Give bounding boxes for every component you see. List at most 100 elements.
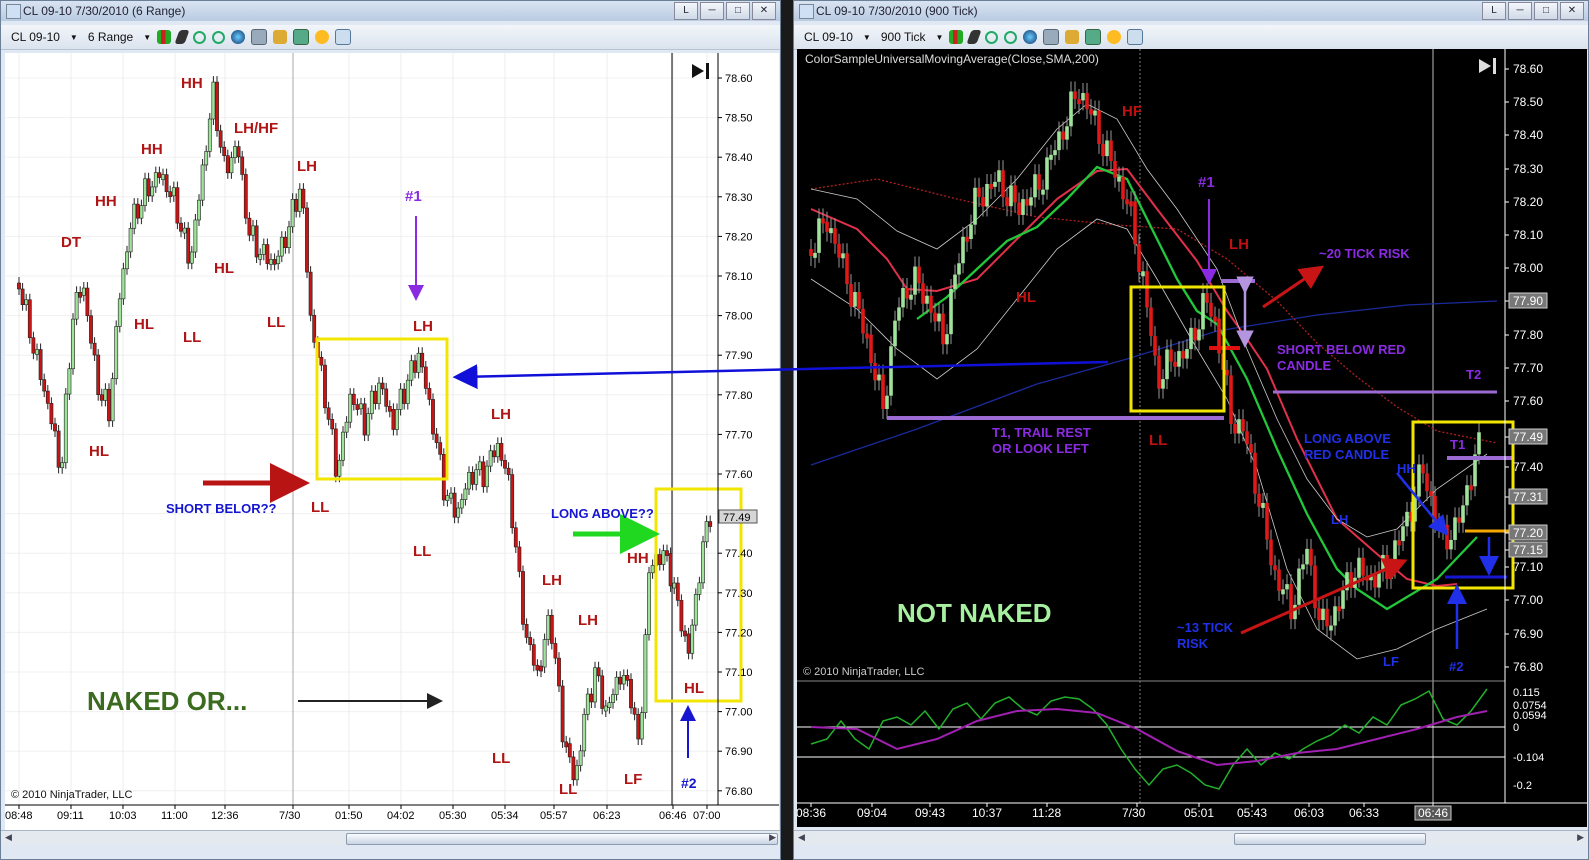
- link-button[interactable]: L: [1482, 2, 1506, 20]
- data-box-icon[interactable]: [335, 29, 352, 45]
- instrument-selector[interactable]: CL 09-10: [7, 27, 64, 47]
- scroll-left-icon[interactable]: ◀: [798, 832, 805, 843]
- drawing-tool-icon[interactable]: [966, 30, 983, 44]
- right-horizontal-scrollbar[interactable]: ◀ ▶: [794, 830, 1588, 845]
- scroll-right-icon[interactable]: ▶: [1577, 832, 1584, 843]
- candle-body: [973, 187, 977, 225]
- scroll-thumb[interactable]: [1234, 833, 1426, 845]
- candle-body: [679, 600, 684, 632]
- price-tick-label: 77.00: [725, 707, 753, 719]
- candle-body: [575, 765, 579, 781]
- candle-body: [20, 288, 25, 305]
- minimize-icon[interactable]: ─: [1508, 2, 1532, 20]
- chart-trader-icon[interactable]: [1085, 29, 1102, 45]
- candle-body: [1449, 539, 1453, 550]
- candle-body: [279, 236, 284, 257]
- candle-body: [470, 471, 475, 485]
- maximize-icon[interactable]: □: [726, 2, 750, 20]
- candle-body: [1041, 189, 1045, 195]
- indicator-label: ColorSampleUniversalMovingAverage(Close,…: [805, 52, 1099, 66]
- left-chart-window[interactable]: CL 09-10 7/30/2010 (6 Range) L ─ □ ✕ CL …: [0, 0, 781, 860]
- candle-body: [1277, 569, 1281, 591]
- candle-body: [247, 217, 252, 236]
- left-price-chart[interactable]: HH HH HH LH/HF LH DT HL HL HL LL LL LH L…: [5, 53, 779, 831]
- right-chart-window[interactable]: CL 09-10 7/30/2010 (900 Tick) L ─ □ ✕ CL…: [793, 0, 1589, 860]
- candle-body: [1101, 143, 1105, 157]
- candle-body: [96, 354, 101, 395]
- candle-body: [157, 172, 162, 178]
- properties-icon[interactable]: [1043, 29, 1060, 45]
- globe-icon[interactable]: [231, 30, 246, 44]
- candle-body: [849, 284, 853, 307]
- scroll-left-icon[interactable]: ◀: [5, 832, 12, 843]
- close-icon[interactable]: ✕: [752, 2, 776, 20]
- candle-body: [431, 399, 435, 435]
- scroll-thumb[interactable]: [346, 833, 778, 845]
- bar-type-icon[interactable]: [949, 30, 964, 44]
- left-horizontal-scrollbar[interactable]: ◀ ▶: [1, 830, 780, 845]
- price-tick-label: 77.30: [725, 588, 753, 600]
- zoom-in-icon[interactable]: [193, 30, 207, 44]
- left-title-bar[interactable]: CL 09-10 7/30/2010 (6 Range) L ─ □ ✕: [1, 1, 780, 21]
- candle-body: [1417, 464, 1421, 497]
- instrument-selector[interactable]: CL 09-10: [800, 27, 857, 47]
- time-tick-label: 05:34: [491, 810, 519, 822]
- scroll-right-icon[interactable]: ▶: [769, 832, 776, 843]
- candle-body: [294, 199, 299, 212]
- price-tick-label: 76.90: [725, 746, 753, 758]
- window-chart-icon: [799, 4, 814, 19]
- time-tick-label: 09:11: [57, 810, 84, 822]
- close-icon[interactable]: ✕: [1560, 2, 1584, 20]
- candle-body: [1141, 271, 1145, 277]
- dollar-icon[interactable]: [1107, 30, 1122, 44]
- time-tick-label: 04:02: [387, 810, 415, 822]
- candle-body: [229, 157, 234, 174]
- chart-trader-icon[interactable]: [293, 29, 310, 45]
- chevron-down-icon[interactable]: ▼: [70, 33, 78, 42]
- short-note-line2: CANDLE: [1277, 358, 1331, 373]
- candle-body: [1165, 349, 1169, 380]
- zoom-in-icon[interactable]: [985, 30, 999, 44]
- right-title-bar[interactable]: CL 09-10 7/30/2010 (900 Tick) L ─ □ ✕: [794, 1, 1588, 21]
- candle-body: [893, 320, 897, 347]
- drawing-tool-icon[interactable]: [174, 30, 190, 44]
- interval-selector[interactable]: 6 Range: [84, 27, 137, 47]
- globe-icon[interactable]: [1023, 30, 1038, 44]
- minimize-icon[interactable]: ─: [700, 2, 724, 20]
- right-price-chart[interactable]: ColorSampleUniversalMovingAverage(Close,…: [797, 49, 1587, 827]
- candle-body: [517, 546, 522, 572]
- data-box-icon[interactable]: [1127, 29, 1144, 45]
- indicator-tick-label: 0.0594: [1513, 710, 1547, 722]
- candle-body: [1029, 197, 1033, 206]
- candle-body: [557, 657, 561, 687]
- candle-body: [607, 702, 612, 708]
- candle-body: [355, 404, 360, 410]
- candle-body: [153, 172, 158, 188]
- time-tick-label: 06:46: [659, 810, 687, 822]
- zoom-out-icon[interactable]: [1004, 30, 1018, 44]
- candle-body: [492, 450, 497, 458]
- strategy-icon[interactable]: [1065, 30, 1080, 44]
- interval-selector[interactable]: 900 Tick: [877, 27, 930, 47]
- link-button[interactable]: L: [674, 2, 698, 20]
- candle-body: [636, 713, 641, 740]
- label-hh: HH: [181, 75, 203, 92]
- candle-body: [1017, 202, 1021, 215]
- strategy-icon[interactable]: [273, 30, 288, 44]
- candle-body: [215, 81, 219, 132]
- candle-body: [549, 615, 554, 644]
- maximize-icon[interactable]: □: [1534, 2, 1558, 20]
- candle-body: [618, 676, 623, 685]
- chevron-down-icon[interactable]: ▼: [863, 33, 871, 42]
- chevron-down-icon[interactable]: ▼: [143, 33, 151, 42]
- chevron-down-icon[interactable]: ▼: [936, 33, 944, 42]
- price-tick-label: 77.90: [1513, 294, 1543, 308]
- dollar-icon[interactable]: [315, 30, 330, 44]
- zoom-out-icon[interactable]: [212, 30, 226, 44]
- candle-body: [531, 644, 536, 666]
- long-note-line1: LONG ABOVE: [1304, 431, 1391, 446]
- candle-body: [913, 266, 917, 295]
- bar-type-icon[interactable]: [157, 30, 172, 44]
- candle-body: [81, 287, 86, 296]
- properties-icon[interactable]: [251, 29, 268, 45]
